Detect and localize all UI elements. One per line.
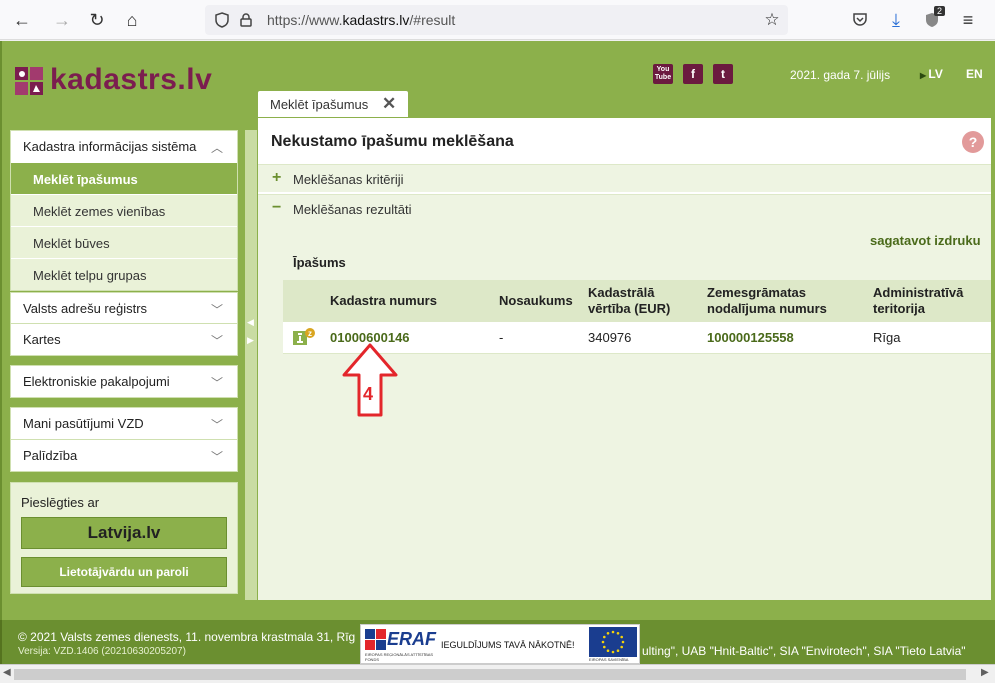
extension-shield-icon[interactable]: 2 (920, 6, 946, 32)
sidebar-group-maps[interactable]: Kartes ﹀ (10, 323, 238, 356)
criteria-label: Meklēšanas kritēriji (293, 172, 404, 187)
lang-en-link[interactable]: EN (966, 67, 983, 81)
sidebar-heading-eservices[interactable]: Elektroniskie pakalpojumi ﹀ (11, 366, 237, 397)
login-title: Pieslēgties ar (21, 495, 100, 510)
scrollbar-thumb[interactable] (14, 669, 966, 680)
password-login-button[interactable]: Lietotājvārdu un paroli (21, 557, 227, 587)
twitter-icon[interactable]: t (713, 64, 733, 84)
expand-icon: + (272, 169, 282, 186)
facebook-icon[interactable]: f (683, 64, 703, 84)
eraf-puzzle-icon (365, 629, 386, 650)
chevron-down-icon: ﹀ (210, 418, 223, 432)
tab-label: Meklēt īpašumus (270, 97, 369, 112)
eraf-slogan: IEGULDĪJUMS TAVĀ NĀKOTNĒ! (441, 640, 575, 650)
browser-toolbar: ← → ↻ ⌂ https://www.kadastrs.lv/#result … (0, 0, 995, 40)
sidebar-item-search-premises[interactable]: Meklēt telpu grupas (11, 258, 237, 290)
results-label: Meklēšanas rezultāti (293, 202, 412, 217)
result-group-label: Īpašums (293, 255, 346, 270)
footer-copyright: © 2021 Valsts zemes dienests, 11. novemb… (18, 630, 356, 644)
page-title: Nekustamo īpašumu meklēšana (271, 133, 514, 150)
chevron-down-icon: ﹀ (210, 303, 223, 317)
login-panel: Pieslēgties ar Latvija.lv Lietotājvārdu … (10, 482, 238, 594)
cell-territory: Rīga (873, 330, 901, 345)
footer-version: Versija: VZD.1406 (20210630205207) (18, 646, 186, 657)
help-icon[interactable]: ? (962, 131, 984, 153)
eu-flag-icon (589, 627, 637, 657)
header-date: 2021. gada 7. jūlijs (790, 68, 891, 82)
footer-partners: ulting", UAB "Hnit-Baltic", SIA "Envirot… (642, 644, 966, 658)
chevron-up-icon: ︿ (210, 141, 223, 155)
eraf-banner[interactable]: ERAF EIROPAS REĢIONĀLĀS ATTĪSTĪBAS FONDS… (360, 624, 640, 664)
annotation-arrow: 4 (341, 343, 399, 417)
scroll-right-icon[interactable]: ▶ (981, 667, 989, 678)
print-link[interactable]: sagatavot izdruku (870, 233, 981, 248)
eraf-logo: ERAF EIROPAS REĢIONĀLĀS ATTĪSTĪBAS FONDS (365, 629, 436, 662)
chevron-down-icon: ﹀ (210, 450, 223, 464)
sidebar-item-search-property[interactable]: Meklēt īpašumus (11, 162, 237, 194)
bookmark-star-icon[interactable]: ☆ (763, 10, 781, 29)
sidebar-heading-addresses[interactable]: Valsts adrešu reģistrs ﹀ (11, 293, 237, 324)
arrow-up-icon (342, 343, 398, 417)
collapse-icon: − (272, 199, 282, 216)
shield-icon[interactable] (213, 11, 231, 29)
reload-icon[interactable]: ↻ (85, 8, 109, 32)
menu-icon[interactable]: ≡ (956, 8, 980, 32)
cell-value: 340976 (588, 330, 632, 345)
chevron-down-icon: ﹀ (210, 334, 223, 348)
sidebar-group-help[interactable]: Palīdzība ﹀ (10, 439, 238, 472)
horizontal-scrollbar[interactable]: ◀ ▶ (0, 664, 995, 683)
lang-lv-link[interactable]: ▶ LV (920, 67, 943, 81)
back-icon[interactable]: ← (10, 8, 34, 32)
lock-icon[interactable] (237, 11, 255, 29)
col-header-name[interactable]: Nosaukums (499, 293, 573, 309)
results-table-header: Kadastra numurs Nosaukums Kadastrālā vērt… (283, 280, 991, 322)
url-text: https://www.kadastrs.lv/#result (267, 12, 456, 28)
landbook-number-link[interactable]: 100000125558 (707, 330, 794, 345)
site-header: kadastrs.lv You Tube f t 2021. gada 7. j… (0, 41, 995, 117)
sidebar-group-kadastrs: Kadastra informācijas sistēma ︿ Meklēt īp… (10, 130, 238, 291)
results-section-toggle[interactable]: − Meklēšanas rezultāti (258, 194, 991, 222)
close-icon[interactable]: ✕ (382, 94, 396, 114)
sidebar-group-eservices[interactable]: Elektroniskie pakalpojumi ﹀ (10, 365, 238, 398)
sidebar-heading-orders[interactable]: Mani pasūtījumi VZD ﹀ (11, 408, 237, 439)
logo-mark-icon[interactable] (14, 66, 44, 96)
sidebar-item-search-buildings[interactable]: Meklēt būves (11, 226, 237, 258)
chevron-down-icon: ﹀ (210, 376, 223, 390)
eu-label: EIROPAS SAVIENĪBA (589, 657, 629, 662)
sidebar-collapse-handle[interactable]: ◀ ▶ (245, 130, 257, 600)
sidebar-item-search-land[interactable]: Meklēt zemes vienības (11, 194, 237, 226)
col-header-cadastre[interactable]: Kadastra numurs (330, 293, 437, 309)
sidebar-group-orders[interactable]: Mani pasūtījumi VZD ﹀ (10, 407, 238, 440)
arrow-left-icon[interactable]: ◀ (247, 317, 254, 328)
col-header-territory[interactable]: Administratīvā teritorija (873, 285, 963, 317)
cell-name: - (499, 330, 504, 345)
col-header-landbook[interactable]: Zemesgrāmatas nodalījuma numurs (707, 285, 827, 317)
latvija-login-button[interactable]: Latvija.lv (21, 517, 227, 549)
sidebar-heading-maps[interactable]: Kartes ﹀ (11, 324, 237, 355)
extension-badge: 2 (934, 6, 946, 16)
pocket-icon[interactable] (848, 8, 872, 32)
forward-icon[interactable]: → (50, 8, 74, 32)
download-icon[interactable]: ⤓ (884, 8, 908, 32)
col-header-value[interactable]: Kadastrālā vērtība (EUR) (588, 285, 670, 317)
site-logo[interactable]: kadastrs.lv (50, 63, 212, 97)
scroll-left-icon[interactable]: ◀ (3, 667, 11, 678)
annotation-number: 4 (363, 384, 374, 404)
arrow-right-icon[interactable]: ▶ (247, 335, 254, 346)
home-icon[interactable]: ⌂ (120, 8, 144, 32)
tab-search-property[interactable]: Meklēt īpašumus ✕ (258, 91, 408, 118)
sidebar-group-addresses[interactable]: Valsts adrešu reģistrs ﹀ (10, 292, 238, 325)
svg-text:z: z (308, 329, 312, 338)
criteria-section-toggle[interactable]: + Meklēšanas kritēriji (258, 164, 991, 192)
sidebar-heading-help[interactable]: Palīdzība ﹀ (11, 440, 237, 471)
youtube-icon[interactable]: You Tube (653, 64, 673, 84)
info-icon[interactable]: z (293, 328, 315, 346)
address-bar[interactable]: https://www.kadastrs.lv/#result ☆ (205, 5, 788, 35)
sidebar-heading-kadastrs[interactable]: Kadastra informācijas sistēma ︿ (11, 131, 237, 162)
